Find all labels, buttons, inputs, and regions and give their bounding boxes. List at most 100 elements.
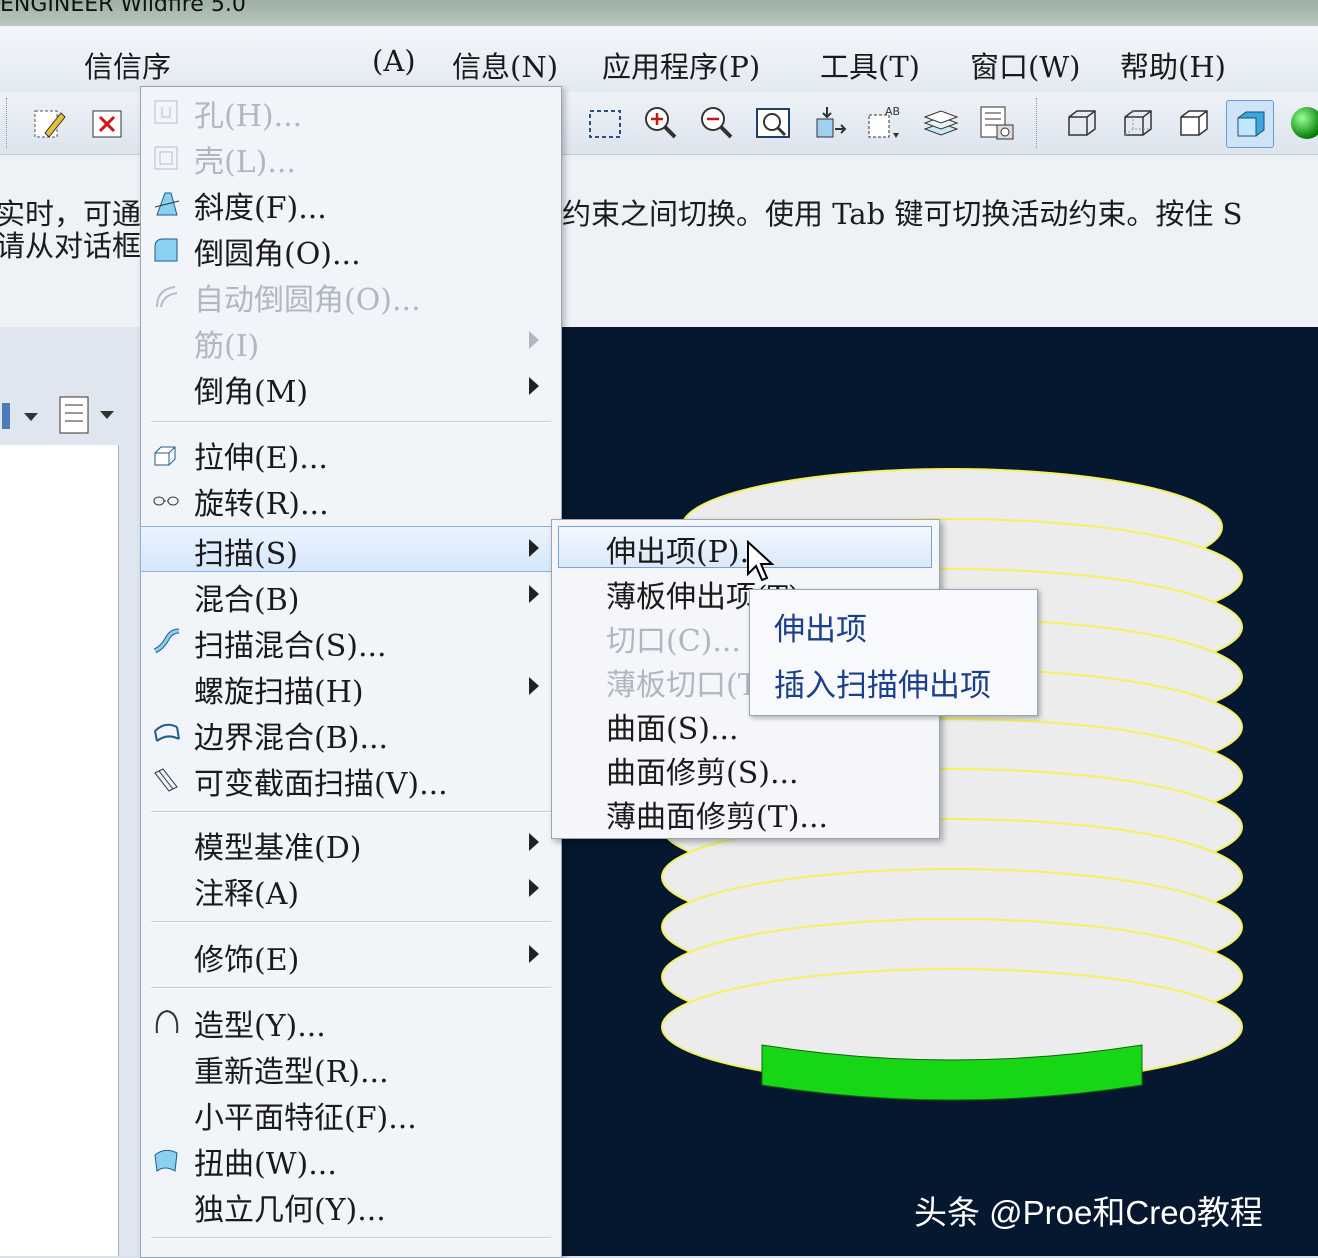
shell-icon [154,146,178,170]
submenu-item-label: 薄曲面修剪(T)... [606,800,829,835]
select-box-icon[interactable] [582,100,628,146]
menu-info[interactable]: 信息(N) [452,44,558,86]
menu-partial-label[interactable]: 信信序 [84,44,171,86]
menu-item-label: 扫描(S) [194,537,298,572]
menu-item-warp[interactable]: 扭曲(W)... [141,1137,561,1182]
menu-item-label: 倒圆角(O)... [194,237,361,272]
menu-item-facet-feature[interactable]: 小平面特征(F)... [141,1091,561,1136]
settings-dropdown-icon[interactable] [0,395,42,435]
menu-separator [151,1237,551,1239]
menu-separator [151,811,551,813]
menu-item-label: 注释(A) [194,877,300,912]
boundary-blend-icon [154,723,180,742]
menu-item-label: 扫描混合(S)... [194,629,387,664]
submenu-item-label: 切口(C)... [606,624,741,659]
menu-item-helical-sweep[interactable]: 螺旋扫描(H) [141,665,561,710]
wireframe-icon[interactable] [1058,100,1104,146]
menu-item-label: 模型基准(D) [194,831,362,866]
menu-item-extrude[interactable]: 拉伸(E)... [141,431,561,476]
submenu-arrow-icon [529,377,539,395]
menu-item-blend[interactable]: 混合(B) [141,573,561,618]
submenu-arrow-icon [529,879,539,897]
menu-item-label: 小平面特征(F)... [194,1101,417,1136]
menu-applications[interactable]: 应用程序(P) [602,44,760,86]
menu-item-label: 修饰(E) [194,943,300,978]
submenu-arrow-icon [529,945,539,963]
menu-item-label: 可变截面扫描(V)... [194,767,448,802]
window-titlebar: ENGINEER Wildfire 5.0 [0,0,1318,26]
menu-item-label: 旋转(R)... [194,487,329,522]
submenu-item-label: 曲面修剪(S)... [606,756,799,791]
menu-item-swept-blend[interactable]: 扫描混合(S)... [141,619,561,664]
show-list-dropdown-icon[interactable] [56,393,122,437]
round-icon [154,238,178,262]
submenu-item-label: 曲面(S)... [606,712,739,747]
zoom-out-icon[interactable] [694,100,740,146]
submenu-item-thin-surface-trim[interactable]: 薄曲面修剪(T)... [552,790,939,835]
menu-item-label: 扭曲(W)... [194,1147,337,1182]
menu-item-style[interactable]: 造型(Y)... [141,999,561,1044]
layers-icon[interactable] [918,100,964,146]
menu-item-label: 拉伸(E)... [194,441,328,476]
zoom-in-icon[interactable] [638,100,684,146]
model-tree-panel [0,327,140,1256]
saved-views-icon[interactable] [974,100,1020,146]
message-text-left-2: 请从对话框 [0,229,142,263]
menu-item-label: 倒角(M) [194,375,309,410]
menu-item-draft[interactable]: 斜度(F)... [141,181,561,226]
warp-icon [154,1149,178,1172]
submenu-arrow-icon [529,539,539,557]
submenu-arrow-icon [529,833,539,851]
menu-insert[interactable]: (A) [372,44,416,78]
draft-icon [154,192,180,216]
menu-item-sweep[interactable]: 扫描(S) [140,526,562,572]
toolbar-separator [6,98,10,148]
menu-item-annotation[interactable]: 注释(A) [141,867,561,912]
menu-item-label: 混合(B) [194,583,300,618]
menu-item-cosmetic[interactable]: 修饰(E) [141,933,561,978]
hidden-line-icon[interactable] [1114,100,1160,146]
menu-item-label: 斜度(F)... [194,191,327,226]
extrude-icon [154,446,176,466]
menu-item-revolve[interactable]: 旋转(R)... [141,477,561,522]
shading-icon[interactable] [1226,100,1274,148]
menu-item-label: 独立几何(Y)... [194,1193,386,1228]
menu-item-boundary-blend[interactable]: 边界混合(B)... [141,711,561,756]
menu-item-label: 螺旋扫描(H) [194,675,364,710]
menu-item-label: 自动倒圆角(O)... [194,283,421,318]
menu-help[interactable]: 帮助(H) [1120,44,1226,86]
menu-item-label: 孔(H)... [194,99,303,134]
model-tree-list[interactable] [0,445,119,1256]
submenu-item-surface-trim[interactable]: 曲面修剪(S)... [552,746,939,791]
menu-item-restyle[interactable]: 重新造型(R)... [141,1045,561,1090]
no-hidden-icon[interactable] [1170,100,1216,146]
menu-item-model-datum[interactable]: 模型基准(D) [141,821,561,866]
menu-tools[interactable]: 工具(T) [820,44,920,86]
menu-item-label: 壳(L)... [194,145,296,180]
menu-window[interactable]: 窗口(W) [970,44,1080,86]
menu-item-label: 造型(Y)... [194,1009,326,1044]
menu-item-round[interactable]: 倒圆角(O)... [141,227,561,272]
reorient-icon[interactable] [806,100,852,146]
tooltip-description: 插入扫描伸出项 [774,668,991,704]
view-manager-icon[interactable]: AB [862,100,908,146]
revolve-icon [153,496,179,506]
variable-section-sweep-icon [154,768,178,792]
menu-item-chamfer[interactable]: 倒角(M) [141,365,561,410]
menu-item-label: 边界混合(B)... [194,721,389,756]
zoom-fit-icon[interactable] [750,100,796,146]
submenu-arrow-icon [529,331,539,349]
hole-icon [154,100,178,124]
menu-item-independent-geometry[interactable]: 独立几何(Y)... [141,1183,561,1228]
pencil-icon[interactable] [28,100,74,146]
render-sphere-icon[interactable] [1282,100,1318,146]
submenu-item-label: 伸出项(P)... [606,535,769,570]
menu-separator [151,921,551,923]
menu-item-auto-round: 自动倒圆角(O)... [141,273,561,318]
tooltip-title: 伸出项 [774,612,867,648]
menu-item-variable-section-sweep[interactable]: 可变截面扫描(V)... [141,757,561,802]
menu-item-label: 重新造型(R)... [194,1055,389,1090]
menu-item-label: 筋(I) [194,329,260,364]
menu-separator [151,421,551,423]
close-icon[interactable] [84,100,130,146]
